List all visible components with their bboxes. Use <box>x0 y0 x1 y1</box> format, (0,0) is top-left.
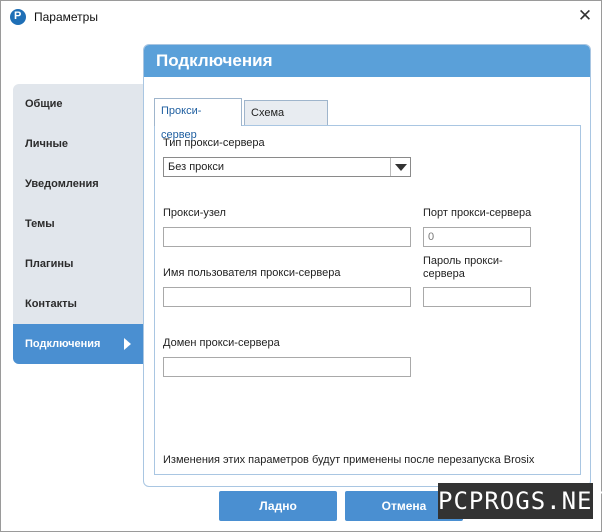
proxy-port-label: Порт прокси-сервера <box>423 207 532 219</box>
chevron-down-icon[interactable] <box>390 158 410 176</box>
sidebar-item-label: Темы <box>25 218 55 230</box>
sidebar: Общие Личные Уведомления Темы Плагины Ко… <box>13 84 143 364</box>
chevron-right-icon <box>124 338 131 350</box>
close-button[interactable]: ✕ <box>571 3 599 29</box>
ok-button[interactable]: Ладно <box>219 491 337 521</box>
password-input[interactable] <box>423 287 531 307</box>
password-label-line1: Пароль прокси- <box>423 255 503 267</box>
sidebar-item-label: Уведомления <box>25 178 99 190</box>
app-logo-icon: P <box>10 9 26 25</box>
sidebar-item-connections[interactable]: Подключения <box>13 324 143 364</box>
sidebar-item-label: Плагины <box>25 258 74 270</box>
sidebar-item-themes[interactable]: Темы <box>13 204 143 244</box>
username-label: Имя пользователя прокси-сервера <box>163 267 341 279</box>
restart-note: Изменения этих параметров будут применен… <box>163 454 535 466</box>
sidebar-item-general[interactable]: Общие <box>13 84 143 124</box>
tab-proxy-server[interactable]: Прокси-сервер <box>154 98 242 141</box>
tab-port-scheme[interactable]: Схема портов <box>244 100 328 143</box>
sidebar-item-contacts[interactable]: Контакты <box>13 284 143 324</box>
proxy-host-label: Прокси-узел <box>163 207 226 219</box>
domain-input[interactable] <box>163 357 411 377</box>
sidebar-item-plugins[interactable]: Плагины <box>13 244 143 284</box>
domain-label: Домен прокси-сервера <box>163 337 280 349</box>
sidebar-item-label: Контакты <box>25 298 77 310</box>
app-logo-glyph: P <box>14 10 22 22</box>
proxy-type-select[interactable]: Без прокси <box>163 157 411 177</box>
proxy-type-value: Без прокси <box>168 161 224 173</box>
title-bar: P Параметры ✕ <box>1 1 601 33</box>
window-title: Параметры <box>34 10 98 24</box>
proxy-port-input[interactable]: 0 <box>423 227 531 247</box>
username-input[interactable] <box>163 287 411 307</box>
page-title: Подключения <box>156 51 273 70</box>
sidebar-item-notifications[interactable]: Уведомления <box>13 164 143 204</box>
password-label-line2: сервера <box>423 268 465 280</box>
panel-header: Подключения <box>144 45 590 77</box>
sidebar-item-label: Подключения <box>25 338 101 350</box>
sidebar-item-label: Личные <box>25 138 69 150</box>
watermark: PCPROGS.NET <box>438 483 602 519</box>
settings-window: P Параметры ✕ Общие Личные Уведомления Т… <box>0 0 602 532</box>
proxy-host-input[interactable] <box>163 227 411 247</box>
sidebar-item-label: Общие <box>25 98 63 110</box>
sidebar-item-personal[interactable]: Личные <box>13 124 143 164</box>
